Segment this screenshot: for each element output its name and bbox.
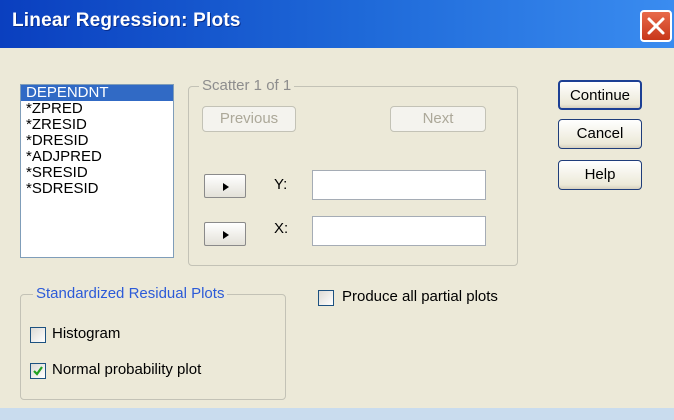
y-field[interactable] [312, 170, 486, 200]
right-arrow-icon [223, 231, 229, 239]
x-field[interactable] [312, 216, 486, 246]
window-title: Linear Regression: Plots [12, 10, 241, 31]
variable-list-item[interactable]: *SRESID [21, 165, 173, 181]
variable-list-item[interactable]: *SDRESID [21, 181, 173, 197]
variable-list-item[interactable]: *DRESID [21, 133, 173, 149]
normal-probability-label: Normal probability plot [52, 361, 202, 378]
next-button[interactable]: Next [390, 106, 486, 132]
partial-plots-checkbox[interactable] [318, 290, 334, 306]
variable-list-item[interactable]: DEPENDNT [21, 85, 173, 101]
normal-probability-checkbox[interactable] [30, 363, 46, 379]
histogram-label: Histogram [52, 325, 121, 342]
close-icon [647, 17, 665, 35]
variable-list-item[interactable]: *ZRESID [21, 117, 173, 133]
partial-plots-label: Produce all partial plots [342, 288, 498, 305]
y-label: Y: [274, 176, 288, 193]
checkmark-icon [33, 366, 43, 376]
cancel-button[interactable]: Cancel [558, 119, 642, 149]
bottom-strip [0, 408, 674, 420]
variable-list[interactable]: DEPENDNT *ZPRED *ZRESID *DRESID *ADJPRED… [20, 84, 174, 258]
variable-list-item[interactable]: *ADJPRED [21, 149, 173, 165]
y-move-button[interactable] [204, 174, 246, 198]
x-move-button[interactable] [204, 222, 246, 246]
standardized-residual-legend: Standardized Residual Plots [33, 285, 228, 302]
title-bar: Linear Regression: Plots [0, 0, 674, 48]
continue-button[interactable]: Continue [558, 80, 642, 110]
histogram-checkbox[interactable] [30, 327, 46, 343]
scatter-group-legend: Scatter 1 of 1 [199, 77, 295, 94]
right-arrow-icon [223, 183, 229, 191]
x-label: X: [274, 220, 289, 237]
close-button[interactable] [640, 10, 672, 42]
help-button[interactable]: Help [558, 160, 642, 190]
previous-button[interactable]: Previous [202, 106, 296, 132]
variable-list-item[interactable]: *ZPRED [21, 101, 173, 117]
standardized-residual-group: Standardized Residual Plots [20, 285, 286, 400]
